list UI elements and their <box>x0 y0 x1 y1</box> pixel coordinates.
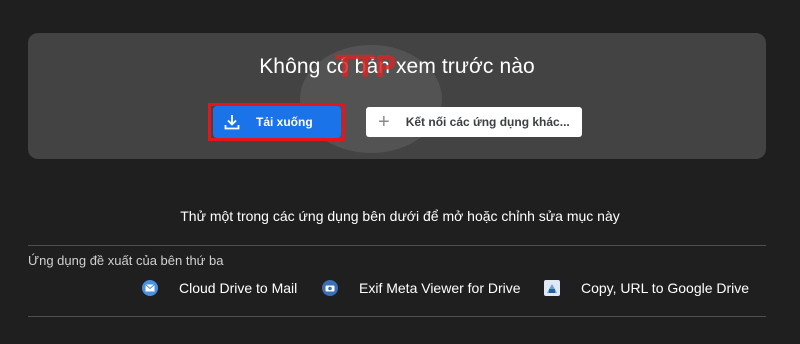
suggested-apps-heading: Ứng dụng đề xuất của bên thứ ba <box>28 253 224 268</box>
watermark-text: TTP <box>335 50 397 85</box>
app-cloud-drive-to-mail[interactable]: Cloud Drive to Mail <box>142 280 297 296</box>
app-exif-meta-viewer[interactable]: Exif Meta Viewer for Drive <box>322 280 521 296</box>
connect-apps-button[interactable]: + Kết nối các ứng dụng khác... <box>366 107 582 137</box>
mail-icon <box>142 280 158 296</box>
copy-url-icon <box>544 280 560 296</box>
divider-bottom <box>28 316 766 317</box>
app-copy-url-to-drive[interactable]: Copy, URL to Google Drive <box>544 280 749 296</box>
highlight-box <box>208 103 345 141</box>
divider-top <box>28 245 766 246</box>
camera-icon <box>322 280 338 296</box>
plus-icon: + <box>378 110 390 133</box>
app-label: Exif Meta Viewer for Drive <box>359 280 521 296</box>
connect-label: Kết nối các ứng dụng khác... <box>405 115 570 129</box>
app-label: Copy, URL to Google Drive <box>581 280 750 296</box>
app-label: Cloud Drive to Mail <box>179 280 298 296</box>
open-with-hint: Thử một trong các ứng dụng bên dưới để m… <box>180 208 620 224</box>
